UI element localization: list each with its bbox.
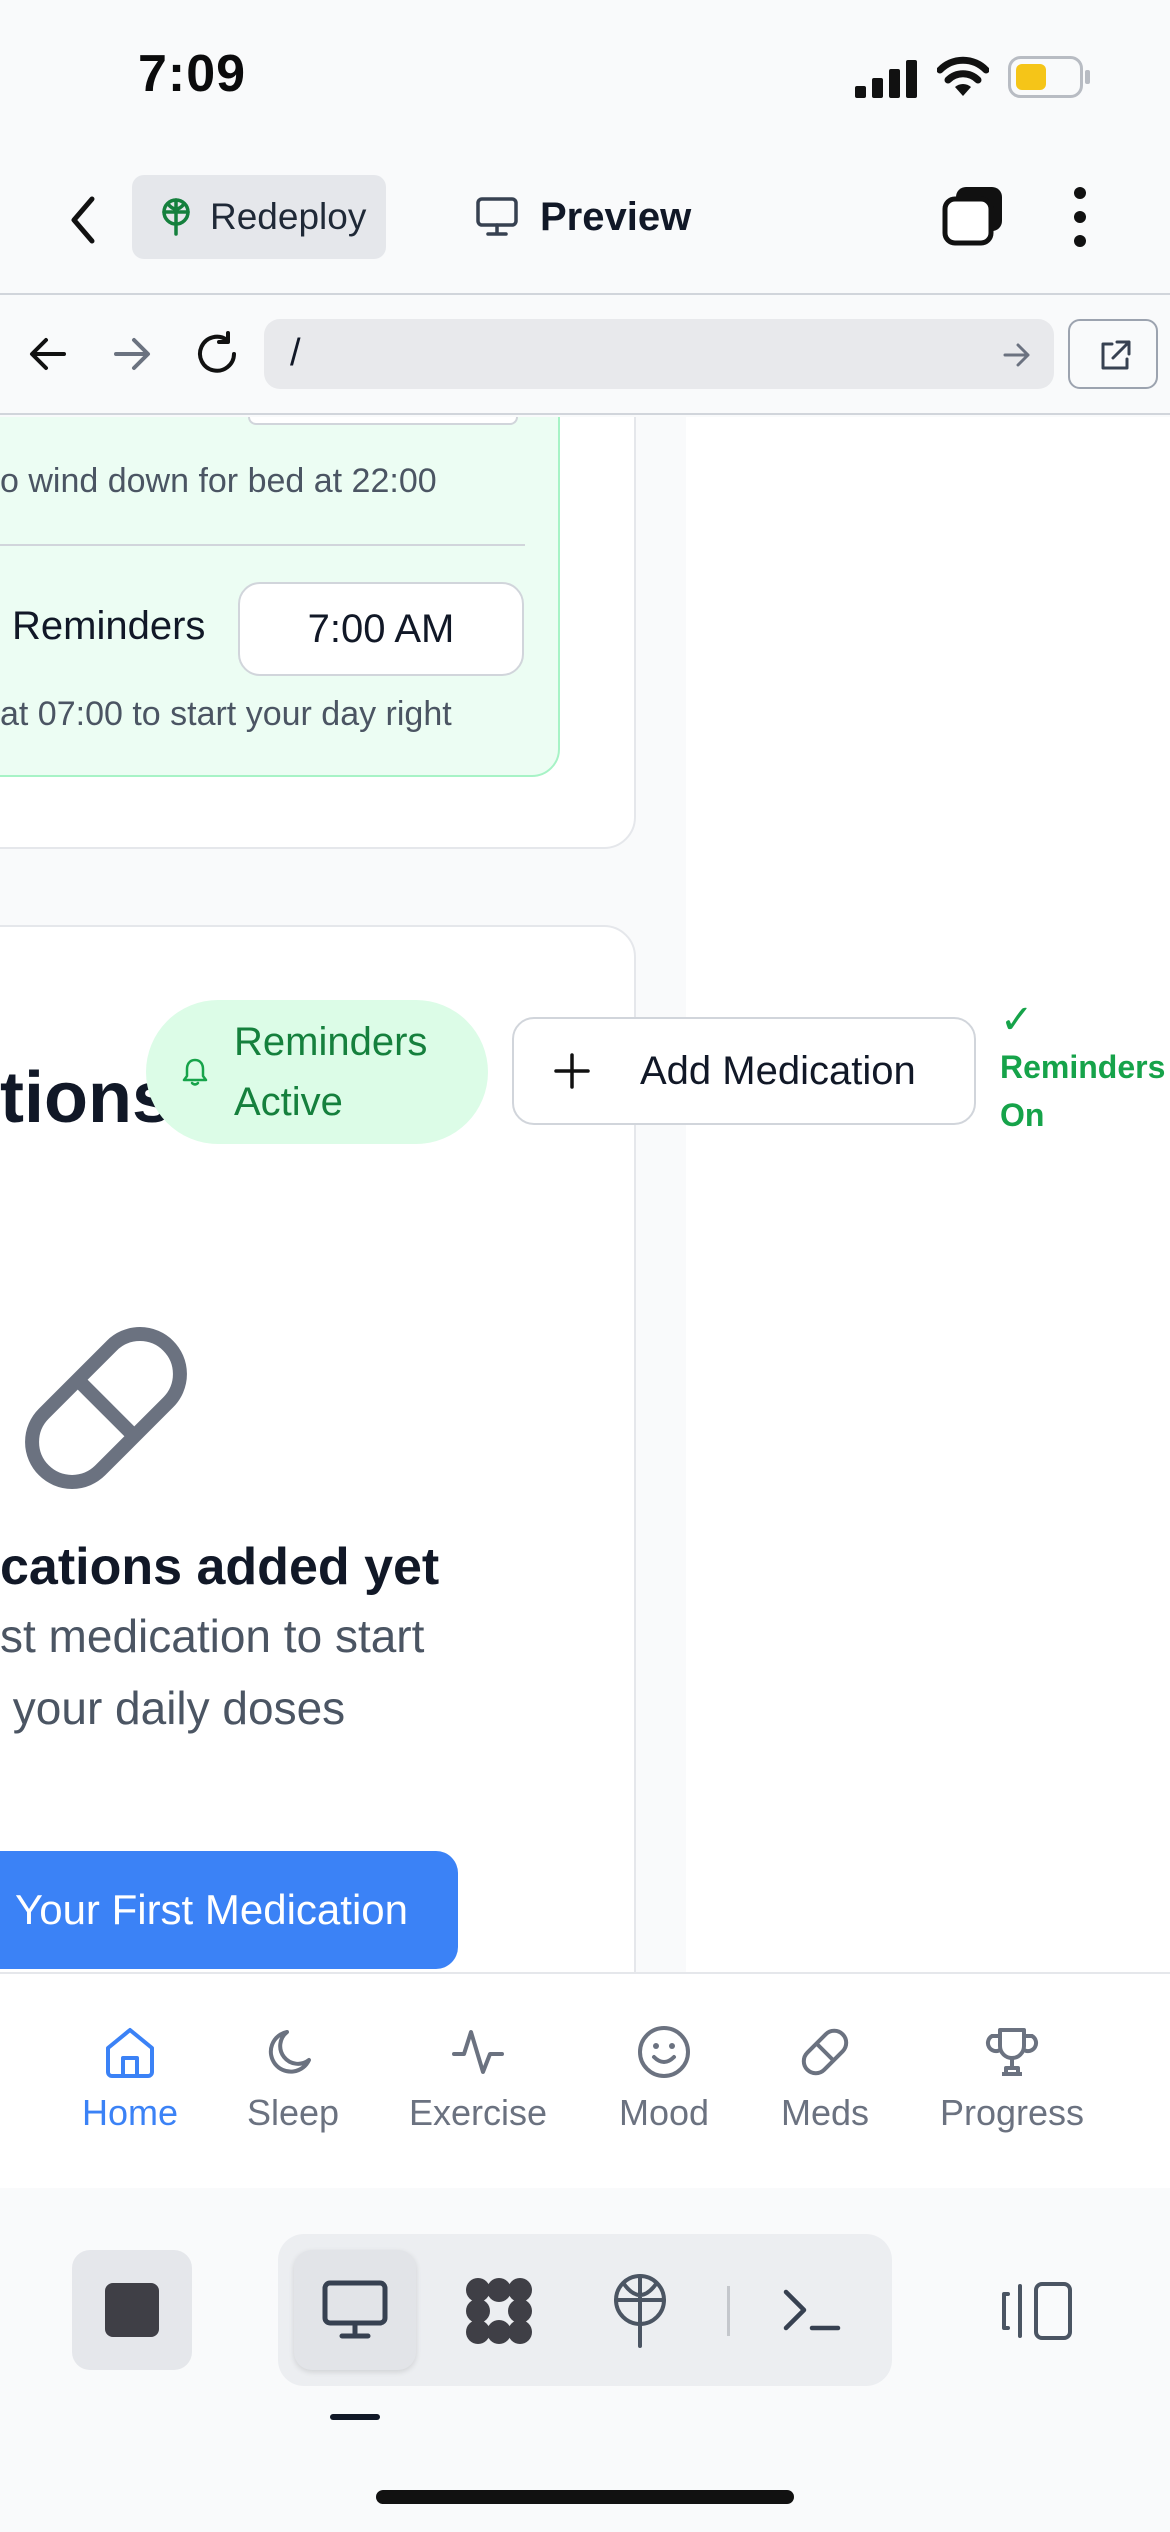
go-arrow-icon[interactable] (1002, 341, 1032, 369)
terminal-icon[interactable] (782, 2286, 842, 2334)
reload-icon[interactable] (194, 331, 240, 377)
deploy-icon (162, 198, 190, 236)
add-first-medication-button[interactable]: Your First Medication (0, 1851, 458, 1969)
add-medication-button[interactable]: Add Medication (512, 1017, 976, 1125)
home-indicator (376, 2490, 794, 2504)
empty-desc-line-1: st medication to start (0, 1610, 425, 1662)
home-icon (106, 2028, 154, 2078)
reminders-on-line-1: Reminders (1000, 1049, 1166, 1085)
plus-icon (554, 1053, 590, 1089)
tab-mood[interactable]: Mood (604, 1974, 724, 2190)
app-bar: Redeploy Preview (0, 155, 1170, 295)
redeploy-button[interactable]: Redeploy (132, 175, 386, 259)
browser-nav-bar: / (0, 297, 1170, 415)
url-text: / (290, 332, 301, 374)
status-bar: 7:09 (0, 0, 1170, 155)
bottom-tab-bar: Home Sleep Exercise Mood Meds Progress (0, 1972, 1170, 2188)
toolbar-separator (727, 2286, 730, 2336)
open-external-button[interactable] (1068, 319, 1158, 389)
stop-icon (105, 2283, 159, 2337)
more-menu-icon[interactable] (1070, 185, 1090, 249)
activity-icon (452, 2030, 504, 2074)
smile-icon (638, 2026, 690, 2078)
tab-home-label: Home (81, 2092, 179, 2133)
tab-sleep[interactable]: Sleep (233, 1974, 353, 2190)
wifi-icon (937, 56, 989, 96)
add-medication-label: Add Medication (640, 1048, 916, 1093)
monitor-icon (476, 197, 518, 236)
pill-icon (25, 1327, 187, 1489)
nav-forward-icon[interactable] (112, 335, 152, 373)
url-input[interactable]: / (264, 319, 1054, 389)
tab-mood-label: Mood (618, 2092, 710, 2133)
tabs-switcher-icon[interactable] (942, 185, 1004, 247)
preview-view-button[interactable] (294, 2250, 416, 2370)
stop-button[interactable] (72, 2250, 192, 2370)
signal-icon (855, 60, 917, 98)
reminders-on-status: ✓ Reminders On (1000, 997, 1165, 1139)
layout-toggle-icon[interactable] (1002, 2280, 1074, 2342)
tab-meds[interactable]: Meds (765, 1974, 885, 2190)
badge-line-1: Reminders (234, 1020, 428, 1064)
panel-divider (0, 544, 525, 546)
pill-small-icon (801, 2028, 849, 2076)
tab-home[interactable]: Home (70, 1974, 190, 2190)
preview-button[interactable]: Preview (476, 185, 691, 249)
tab-meds-label: Meds (780, 2092, 870, 2133)
cta-label: Your First Medication (15, 1886, 408, 1933)
side-column (686, 417, 1170, 1972)
bedtime-description: o wind down for bed at 22:00 (0, 462, 437, 500)
dev-toolbar (0, 2188, 1170, 2532)
tab-exercise-label: Exercise (408, 2092, 548, 2133)
monitor-icon (322, 2280, 388, 2339)
external-link-icon (1101, 340, 1131, 370)
morning-description: at 07:00 to start your day right (0, 695, 452, 733)
empty-desc-line-2: your daily doses (0, 1682, 346, 1734)
battery-icon (1008, 56, 1090, 98)
empty-state-title: cations added yet (0, 1538, 440, 1596)
tab-progress-label: Progress (939, 2092, 1085, 2133)
tab-sleep-label: Sleep (246, 2092, 340, 2133)
moon-icon (268, 2030, 311, 2074)
empty-state-description: st medication to start your daily doses (0, 1600, 424, 1744)
status-time: 7:09 (138, 45, 247, 103)
reminders-active-badge: Reminders Active (146, 1000, 488, 1144)
preview-label: Preview (540, 194, 692, 239)
morning-time-input[interactable]: 7:00 AM (238, 582, 524, 676)
workflow-icon[interactable] (462, 2274, 536, 2348)
deployments-icon[interactable] (610, 2274, 670, 2348)
view-switcher (278, 2234, 892, 2386)
preview-viewport: o wind down for bed at 22:00 Reminders 7… (0, 417, 1170, 1972)
trophy-icon (985, 2028, 1039, 2076)
bedtime-time-input[interactable] (248, 417, 518, 425)
active-view-indicator (330, 2414, 380, 2420)
tab-exercise[interactable]: Exercise (395, 1974, 561, 2190)
bell-icon (182, 1058, 208, 1086)
back-icon[interactable] (66, 195, 100, 245)
reminders-on-line-2: On (1000, 1097, 1045, 1133)
morning-reminder-label: Reminders (12, 604, 206, 648)
tab-progress[interactable]: Progress (928, 1974, 1096, 2190)
redeploy-label: Redeploy (210, 196, 367, 237)
check-icon: ✓ (1000, 998, 1034, 1042)
nav-back-icon[interactable] (28, 335, 68, 373)
badge-line-2: Active (234, 1080, 343, 1124)
